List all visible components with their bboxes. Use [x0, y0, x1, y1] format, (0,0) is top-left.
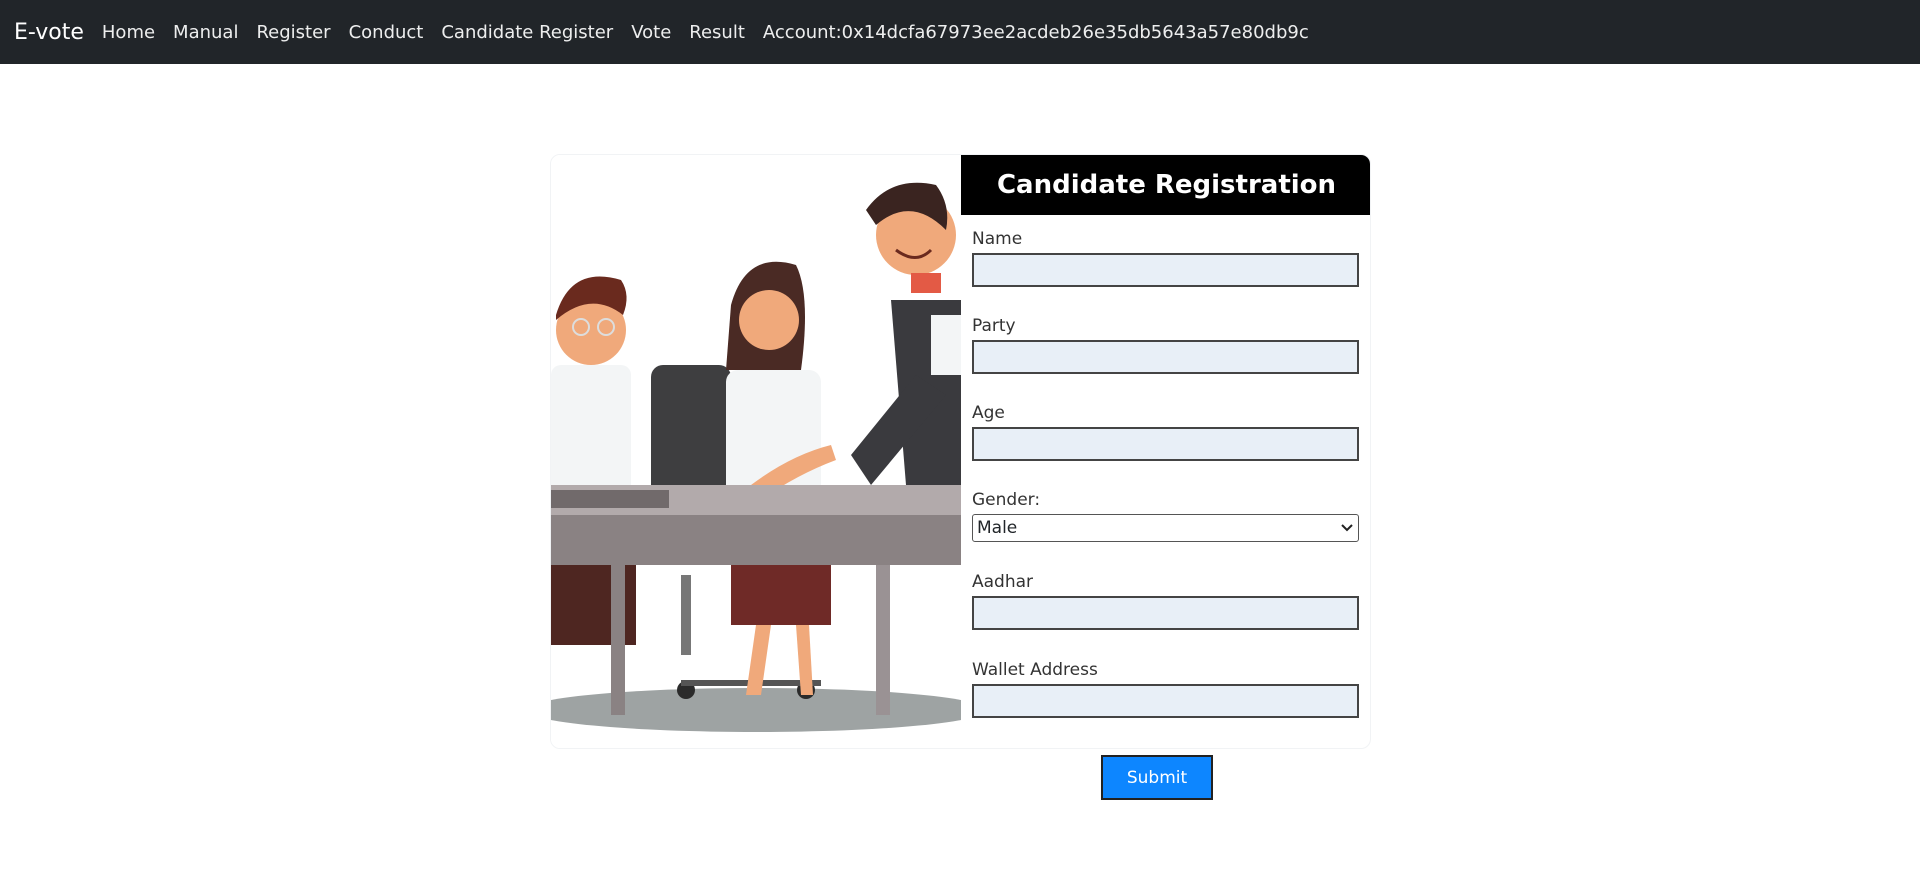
- wallet-address-input[interactable]: [972, 684, 1359, 718]
- name-input[interactable]: [972, 253, 1359, 287]
- registration-form: Candidate Registration Name Party Age Ge…: [961, 155, 1370, 748]
- gender-select[interactable]: Male: [972, 514, 1359, 542]
- chevron-down-icon: [1341, 524, 1353, 532]
- aadhar-input[interactable]: [972, 596, 1359, 630]
- gender-label: Gender:: [972, 490, 1041, 510]
- name-label: Name: [972, 229, 1023, 249]
- brand-link[interactable]: E-vote: [14, 20, 84, 45]
- age-input[interactable]: [972, 427, 1359, 461]
- nav-manual-link[interactable]: Manual: [173, 22, 238, 43]
- aadhar-label: Aadhar: [972, 572, 1034, 592]
- age-label: Age: [972, 403, 1005, 423]
- gender-selected-value: Male: [977, 518, 1018, 538]
- party-label: Party: [972, 316, 1016, 336]
- nav-register-link[interactable]: Register: [256, 22, 330, 43]
- nav-candidate-register-link[interactable]: Candidate Register: [441, 22, 613, 43]
- top-navbar: E-vote Home Manual Register Conduct Cand…: [0, 0, 1920, 64]
- nav-home-link[interactable]: Home: [102, 22, 155, 43]
- form-title: Candidate Registration: [961, 155, 1370, 215]
- account-address: Account:0x14dcfa67973ee2acdeb26e35db5643…: [762, 21, 1309, 43]
- office-team-illustration: [551, 155, 961, 748]
- registration-card: Candidate Registration Name Party Age Ge…: [550, 154, 1371, 749]
- wallet-address-label: Wallet Address: [972, 660, 1098, 680]
- party-input[interactable]: [972, 340, 1359, 374]
- nav-conduct-link[interactable]: Conduct: [349, 22, 424, 43]
- nav-vote-link[interactable]: Vote: [631, 22, 671, 43]
- submit-button[interactable]: Submit: [1101, 755, 1213, 800]
- nav-result-link[interactable]: Result: [689, 22, 745, 43]
